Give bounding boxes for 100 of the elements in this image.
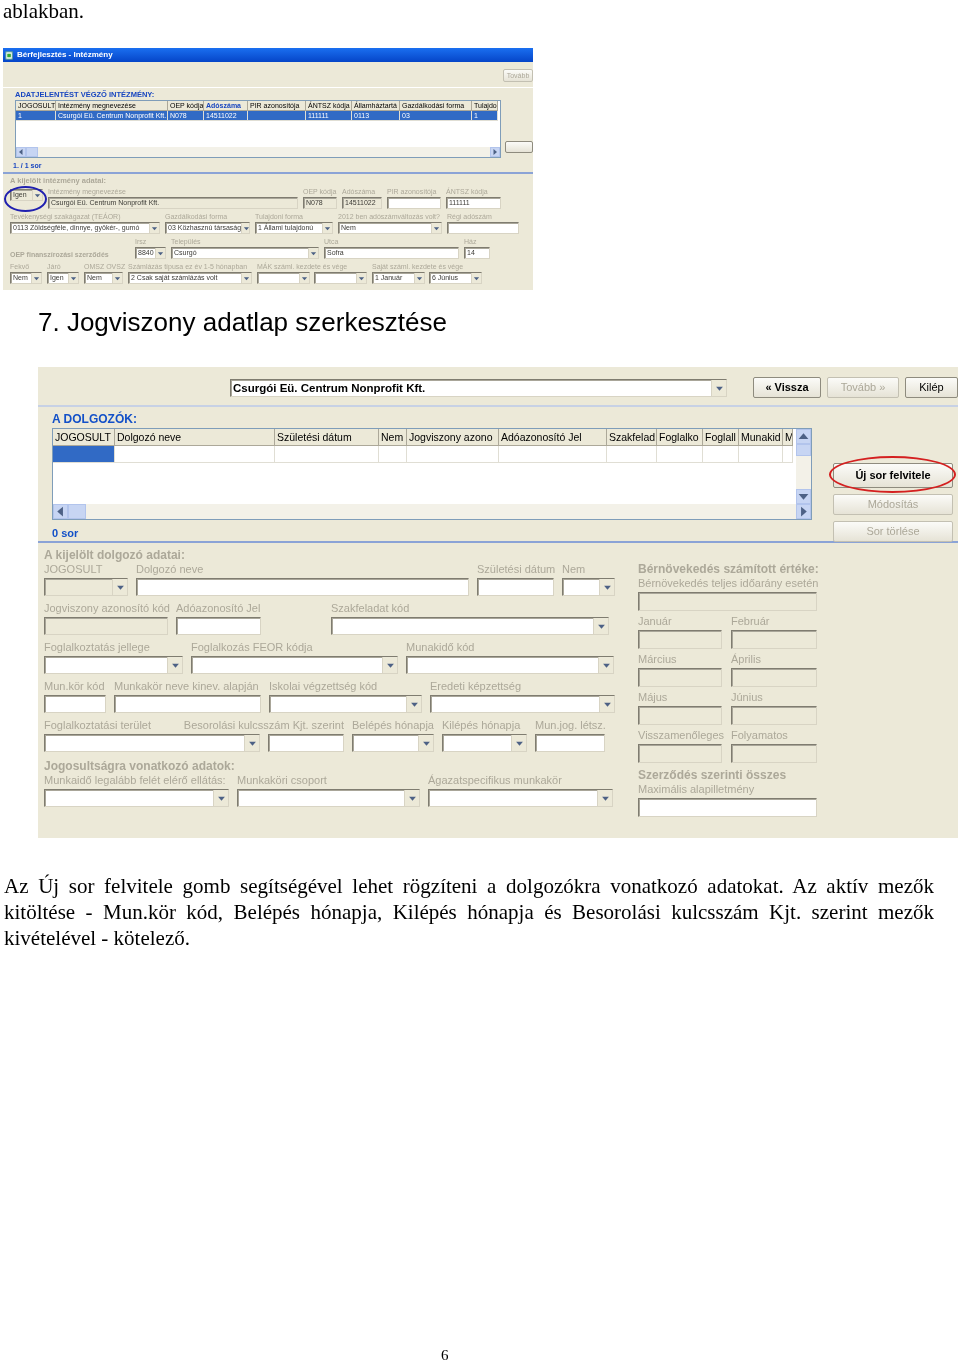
dropdown-arrow-icon — [70, 274, 77, 282]
section-title: A DOLGOZÓK: — [52, 412, 138, 426]
select-field[interactable] — [430, 695, 615, 713]
column-header[interactable]: Munakid — [739, 429, 783, 446]
scrollbar-thumb[interactable] — [796, 444, 811, 456]
input-field[interactable] — [44, 695, 106, 713]
section-heading: Bérnövekedés számított értéke: — [638, 561, 817, 577]
toolbar-button[interactable]: Kilép — [905, 377, 958, 398]
section-heading: Szerződés szerinti összes — [638, 767, 788, 783]
section-heading: Jogosultságra vonatkozó adatok: — [44, 758, 236, 774]
field-label: Születési dátum — [477, 563, 556, 576]
field-label: Foglalkozás FEOR kódja — [191, 641, 313, 654]
table-cell — [703, 446, 739, 463]
field-label: Foglalkoztatás jellege — [44, 641, 150, 654]
select-field[interactable] — [257, 272, 310, 284]
select-field[interactable] — [352, 734, 434, 752]
input-field[interactable] — [387, 197, 441, 209]
select-field[interactable] — [269, 695, 422, 713]
scroll-right-button[interactable] — [490, 147, 500, 157]
column-header[interactable]: Foglall — [703, 429, 739, 446]
select-field[interactable] — [44, 656, 183, 674]
toolbar-button[interactable]: « Vissza — [753, 377, 821, 398]
dropdown-arrow-icon — [324, 224, 331, 232]
column-header[interactable]: JOGOSULT — [53, 429, 115, 446]
dropdown-arrow-icon — [301, 274, 308, 282]
input-field[interactable] — [268, 734, 344, 752]
horizontal-scrollbar[interactable] — [53, 504, 811, 519]
dropdown-arrow-icon — [310, 249, 317, 257]
vertical-scrollbar[interactable] — [796, 429, 811, 504]
column-header[interactable]: Jogviszony azono — [407, 429, 499, 446]
select-field[interactable] — [237, 789, 420, 807]
body-text: ablakban. — [3, 0, 85, 22]
select-field[interactable] — [44, 789, 229, 807]
field-label: Bérnövekedés teljes időarány esetén — [638, 577, 819, 590]
arrow-left-icon — [17, 148, 25, 156]
select-field[interactable] — [562, 578, 615, 596]
field-label: Mun.jog. létsz. — [535, 719, 606, 732]
select-field[interactable]: Csurgói Eü. Centrum Nonprofit Kft. — [230, 379, 727, 397]
input-field[interactable] — [447, 222, 519, 234]
field-label: Mun.kör kód — [44, 680, 105, 693]
column-header[interactable]: Születési dátum — [275, 429, 379, 446]
input-field[interactable] — [477, 578, 554, 596]
horizontal-scrollbar[interactable] — [16, 147, 500, 157]
dropdown-arrow-icon — [243, 224, 249, 232]
select-field[interactable] — [331, 617, 609, 635]
select-field[interactable] — [44, 734, 260, 752]
blank-button[interactable] — [505, 141, 533, 153]
body-paragraph: Az Új sor felvitele gomb segítségével lehet rögzíteni a dolgozókra vonatkozó adatokat. Az aktív mezők kitöltése - Mun.kör kód, Belépés hónapja, Kilépés hónapja és Besorolási kulcsszám Kjt. szerint mezők kivételével - kötelező. — [4, 873, 934, 951]
dropdown-arrow-icon — [473, 274, 480, 282]
field-label: Besorolási kulcsszám Kjt. szerint — [183, 719, 344, 732]
column-header[interactable]: Adóazonosító Jel — [499, 429, 607, 446]
scrollbar-thumb[interactable] — [26, 147, 38, 157]
select-field[interactable] — [406, 656, 614, 674]
action-button[interactable]: Új sor felvitele — [833, 463, 953, 488]
dropdown-arrow-icon — [151, 224, 158, 232]
column-header[interactable]: Foglalko — [657, 429, 703, 446]
input-field[interactable] — [638, 798, 817, 817]
field-label: Nem — [562, 563, 586, 576]
column-header[interactable]: Dolgozó neve — [115, 429, 275, 446]
column-header[interactable]: Nem — [379, 429, 407, 446]
field-label: Jogviszony azonosító kód — [44, 602, 170, 615]
scroll-down-button[interactable] — [796, 489, 811, 504]
select-field[interactable] — [314, 272, 367, 284]
field-label: Szakfeladat kód — [331, 602, 410, 615]
scroll-left-button[interactable] — [53, 504, 68, 519]
arrow-right-icon — [491, 148, 499, 156]
select-field[interactable] — [191, 656, 398, 674]
app-icon — [5, 50, 14, 60]
dropdown-arrow-icon — [416, 274, 423, 282]
field-label: Kilépés hónapja — [442, 719, 521, 732]
scroll-up-button[interactable] — [796, 429, 811, 444]
field-label: Adóazonosító Jel — [176, 602, 261, 615]
field-label: Április — [731, 653, 761, 666]
scroll-left-button[interactable] — [16, 147, 26, 157]
column-header[interactable]: Szakfelad — [607, 429, 657, 446]
dropdown-arrow-icon — [33, 274, 40, 282]
input-field[interactable] — [535, 734, 605, 752]
table-cell — [783, 446, 793, 463]
dropdown-arrow-icon — [114, 274, 121, 282]
table-cell — [607, 446, 657, 463]
field-label: Eredeti képzettség — [430, 680, 522, 693]
scroll-right-button[interactable] — [796, 504, 811, 519]
field-label: Ágazatspecifikus munkakör — [428, 774, 562, 787]
field-label: Március — [638, 653, 677, 666]
input-field[interactable] — [176, 617, 261, 635]
input-field[interactable] — [136, 578, 469, 596]
table-cell — [657, 446, 703, 463]
field-label: Dolgozó neve — [136, 563, 204, 576]
field-label: Munakidő kód — [406, 641, 475, 654]
select-field[interactable] — [428, 789, 613, 807]
scrollbar-thumb[interactable] — [68, 504, 86, 519]
select-field[interactable] — [442, 734, 527, 752]
field-label: Május — [638, 691, 668, 704]
field-label: Belépés hónapja — [352, 719, 434, 732]
input-field[interactable] — [114, 695, 261, 713]
field-label: Folyamatos — [731, 729, 788, 742]
section-heading: A kijelölt dolgozó adatai: — [44, 547, 186, 563]
dropdown-arrow-icon — [358, 274, 365, 282]
row-count: 0 sor — [52, 527, 80, 540]
field-label: Február — [731, 615, 770, 628]
